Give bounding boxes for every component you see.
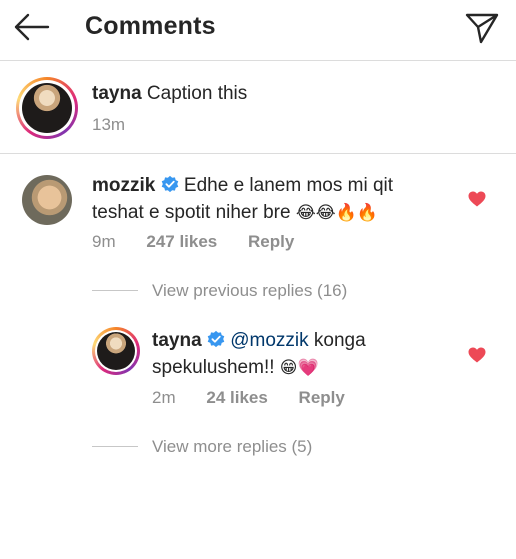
direct-send-icon[interactable] [464, 10, 500, 46]
comment-meta: 9m 247 likes Reply [92, 232, 320, 252]
comment-emojis: 😂😂🔥🔥 [295, 203, 378, 222]
reply-meta: 2m 24 likes Reply [152, 388, 371, 408]
reply-likes[interactable]: 24 likes [206, 388, 267, 407]
comment-reply-button[interactable]: Reply [248, 232, 294, 251]
caption-meta: 13m [92, 115, 151, 135]
caption-text: tayna Caption this [92, 80, 247, 107]
view-more-replies[interactable]: View more replies (5) [152, 437, 312, 457]
view-previous-replies[interactable]: View previous replies (16) [152, 281, 347, 301]
more-replies-divider [92, 446, 138, 447]
reply-username[interactable]: tayna [152, 330, 202, 351]
reply-mention-link[interactable]: @mozzik [230, 330, 308, 351]
comment-likes[interactable]: 247 likes [146, 232, 217, 251]
comment-line1: Edhe e lanem mos mi qit [183, 175, 394, 196]
like-heart-icon[interactable] [468, 191, 486, 207]
verified-badge-icon [161, 175, 178, 193]
reply-time: 2m [152, 388, 176, 407]
caption-username[interactable]: tayna [92, 83, 142, 104]
caption-author-avatar[interactable] [16, 77, 78, 139]
comment-text: mozzik Edhe e lanem mos mi qit teshat e … [92, 172, 442, 226]
commenter-avatar[interactable] [22, 175, 72, 225]
reply-text: tayna @mozzik konga spekulushem!! 😁💗 [152, 327, 452, 381]
reply-emojis: 😁💗 [279, 358, 319, 377]
comments-header: Comments [0, 0, 516, 61]
page-title: Comments [85, 12, 216, 40]
reply-line2: spekulushem!! [152, 357, 275, 378]
comment-username[interactable]: mozzik [92, 175, 155, 196]
verified-badge-icon [207, 330, 225, 348]
like-heart-icon[interactable] [468, 347, 486, 363]
post-caption: tayna Caption this 13m [0, 61, 516, 154]
replies-divider [92, 290, 138, 291]
reply-reply-button[interactable]: Reply [299, 388, 345, 407]
caption-time: 13m [92, 115, 126, 134]
back-arrow-icon[interactable] [12, 10, 52, 44]
comment-time: 9m [92, 232, 116, 251]
caption-body: Caption this [146, 83, 248, 104]
reply-author-avatar[interactable] [92, 327, 140, 375]
reply-line1-rest: konga [308, 330, 366, 351]
comment-line2: teshat e spotit niher bre [92, 202, 291, 223]
